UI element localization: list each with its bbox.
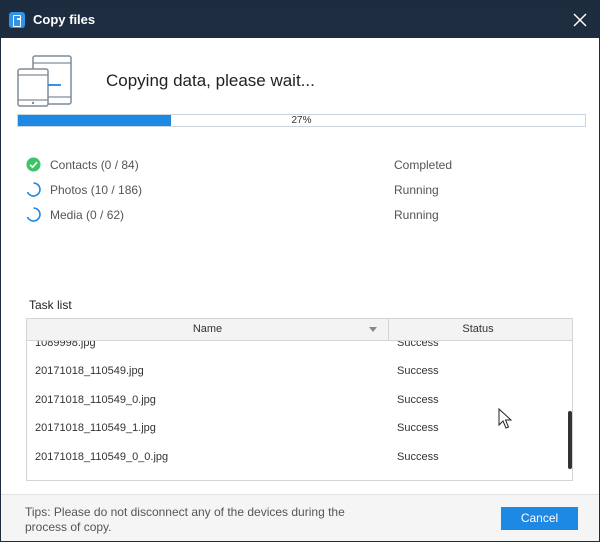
column-header-status[interactable]: Status xyxy=(390,319,566,340)
category-label: Contacts (0 / 84) xyxy=(50,158,139,172)
file-status: Success xyxy=(397,341,439,349)
progress-percent: 27% xyxy=(291,115,312,126)
close-icon xyxy=(573,13,587,27)
copy-progress-bar: 27% xyxy=(17,114,586,127)
file-status: Success xyxy=(397,451,439,463)
devices-icon xyxy=(17,55,72,107)
file-status: Success xyxy=(397,365,439,377)
file-name: 20171018_110549.jpg xyxy=(35,365,144,377)
category-label: Photos (10 / 186) xyxy=(50,183,143,197)
category-label: Media (0 / 62) xyxy=(50,208,125,222)
task-list-table: Name Status 1089998.jpg Success 20171018… xyxy=(26,318,573,481)
tips-text: Tips: Please do not disconnect any of th… xyxy=(25,505,345,534)
close-button[interactable] xyxy=(567,7,593,33)
mouse-cursor-icon xyxy=(498,408,512,429)
title-bar: Copy files xyxy=(1,1,599,38)
window-title: Copy files xyxy=(33,12,96,27)
category-row-media: Media (0 / 62) Running xyxy=(26,206,486,224)
category-status: Running xyxy=(394,183,439,197)
spinner-icon xyxy=(26,182,41,197)
table-row[interactable]: 20171018_110549.jpg Success xyxy=(27,358,567,386)
category-status: Completed xyxy=(394,158,453,172)
sort-dropdown-icon[interactable] xyxy=(369,327,377,332)
phone-transfer-icon xyxy=(9,12,25,28)
check-circle-icon xyxy=(26,157,41,172)
table-row[interactable]: 1089998.jpg Success xyxy=(27,341,567,358)
table-row[interactable]: 20171018_110549_1.jpg Success xyxy=(27,415,567,443)
file-status: Success xyxy=(397,394,439,406)
table-row[interactable]: 20171018_110549_0.jpg Success xyxy=(27,387,567,415)
table-scrollbar[interactable] xyxy=(568,411,572,469)
dialog-footer: Tips: Please do not disconnect any of th… xyxy=(1,494,599,541)
category-row-photos: Photos (10 / 186) Running xyxy=(26,181,486,199)
file-status: Success xyxy=(397,422,439,434)
file-name: 1089998.jpg xyxy=(35,341,96,349)
column-header-name[interactable]: Name xyxy=(27,319,389,340)
file-name: 20171018_110549_1.jpg xyxy=(35,422,156,434)
file-name: 20171018_110549_0.jpg xyxy=(35,394,156,406)
category-row-contacts: Contacts (0 / 84) Completed xyxy=(26,156,486,174)
column-header-name-label: Name xyxy=(192,323,223,335)
spinner-icon xyxy=(26,207,41,222)
table-row[interactable]: 20171018_110549_0_0.jpg Success xyxy=(27,444,567,472)
table-header: Name Status xyxy=(27,319,572,341)
category-status: Running xyxy=(394,208,439,222)
cancel-button[interactable]: Cancel xyxy=(501,507,578,530)
copy-files-dialog: Copy files Copying data, please wait... … xyxy=(0,0,600,542)
status-message: Copying data, please wait... xyxy=(106,71,315,90)
file-name: 20171018_110549_0_0.jpg xyxy=(35,451,169,463)
task-list-label: Task list xyxy=(29,298,72,312)
table-body[interactable]: 1089998.jpg Success 20171018_110549.jpg … xyxy=(27,341,572,480)
